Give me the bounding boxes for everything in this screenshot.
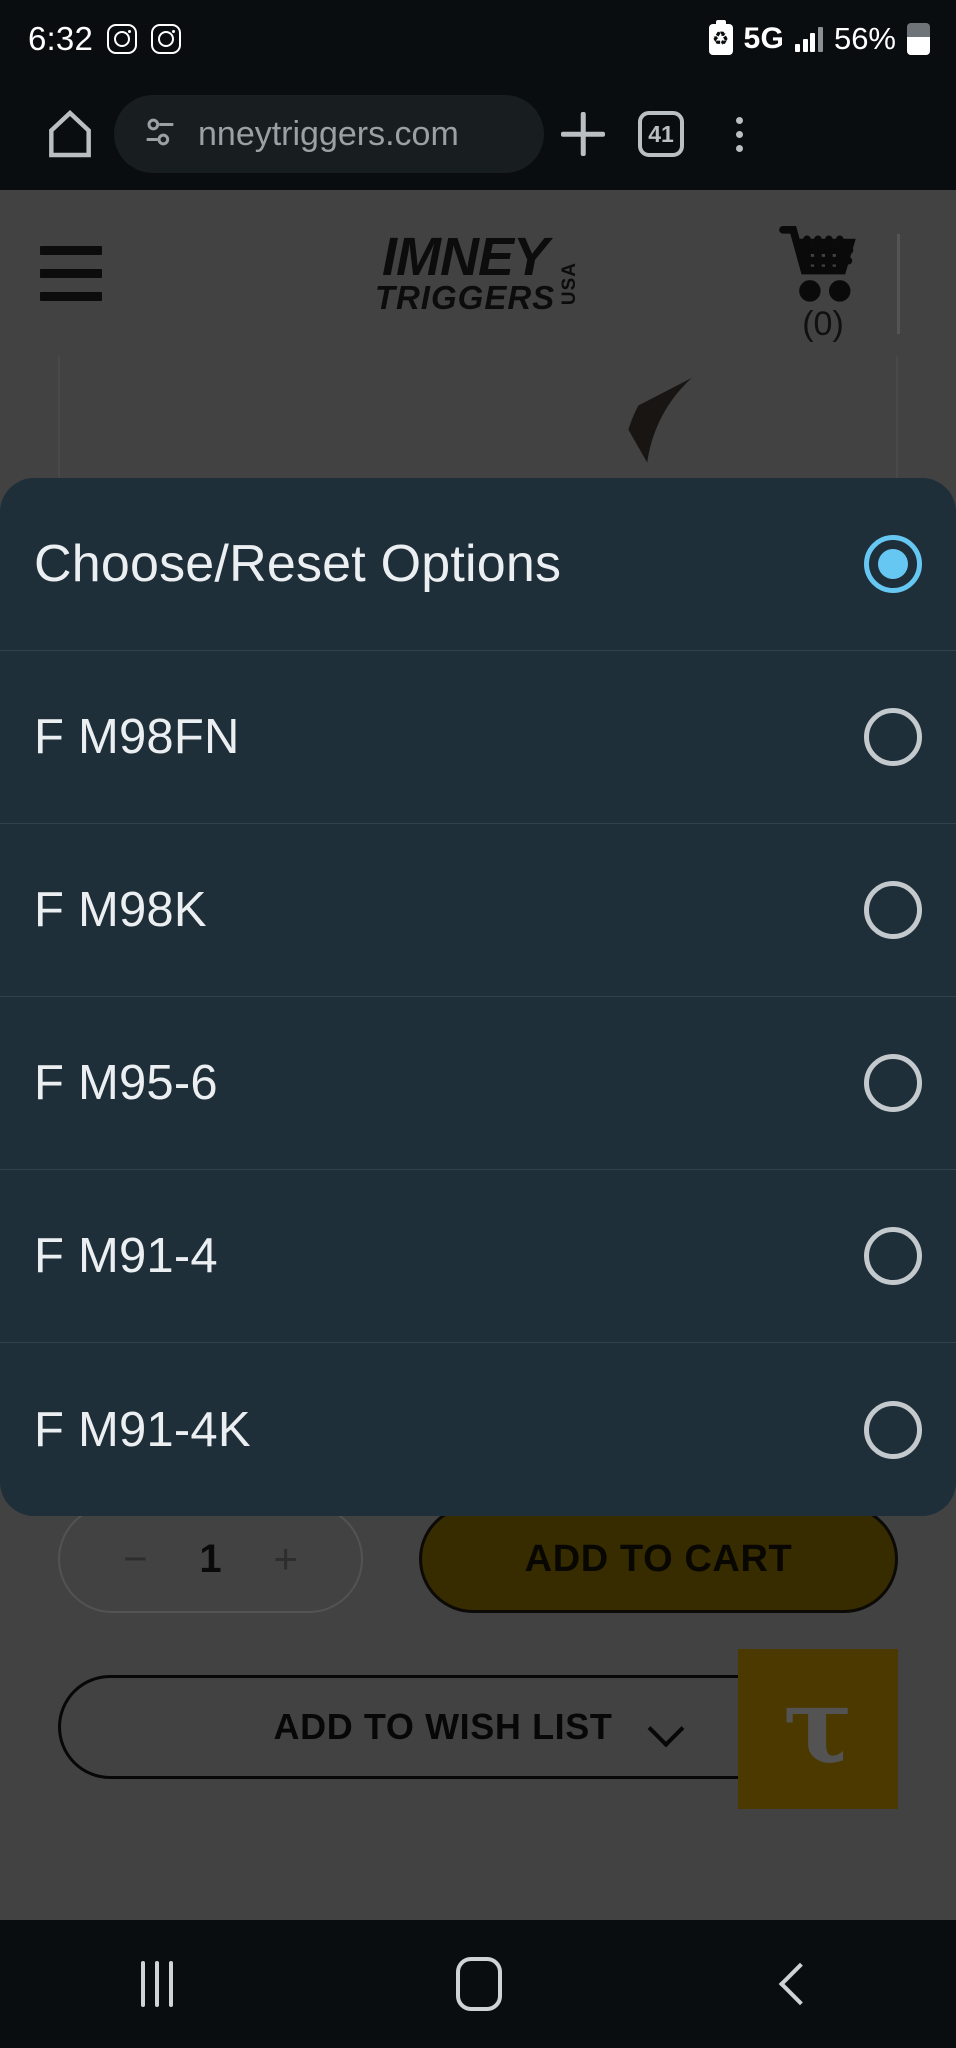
- option-label: F M98FN: [34, 710, 240, 764]
- option-label: F M91-4: [34, 1229, 218, 1283]
- kebab-menu-icon: [735, 116, 743, 152]
- option-row-m98fn[interactable]: F M98FN: [0, 651, 956, 824]
- browser-toolbar: nneytriggers.com 41: [0, 78, 956, 190]
- option-row-m91-4[interactable]: F M91-4: [0, 1170, 956, 1343]
- status-left: 6:32: [28, 20, 182, 58]
- option-row-m91-4k[interactable]: F M91-4K: [0, 1343, 956, 1516]
- radio-button[interactable]: [864, 1227, 922, 1285]
- recents-icon[interactable]: [141, 1961, 174, 2007]
- radio-button[interactable]: [864, 1400, 922, 1459]
- tab-switcher-button[interactable]: 41: [622, 95, 700, 173]
- status-clock: 6:32: [28, 20, 94, 57]
- signal-bars-icon: [795, 26, 823, 52]
- back-chevron-icon[interactable]: [778, 1962, 821, 2006]
- browser-menu-button[interactable]: [700, 95, 778, 173]
- url-text[interactable]: nneytriggers.com: [198, 115, 459, 154]
- android-nav-bar: [0, 1920, 956, 2048]
- option-row-m98k[interactable]: F M98K: [0, 824, 956, 997]
- option-row-choose-reset[interactable]: Choose/Reset Options: [0, 478, 956, 651]
- option-label: F M98K: [34, 883, 207, 937]
- status-right: 5G 56%: [708, 21, 930, 57]
- option-label: F M95-6: [34, 1056, 218, 1110]
- battery-icon: [907, 23, 930, 55]
- new-tab-button[interactable]: [544, 95, 622, 173]
- options-bottom-sheet: Choose/Reset Options F M98FN F M98K F M9…: [0, 478, 956, 1516]
- home-icon[interactable]: [42, 106, 98, 162]
- tab-count-label: 41: [638, 111, 684, 157]
- plus-icon: [561, 112, 605, 156]
- phone-screen: 6:32 5G 56% nneytriggers.com: [0, 0, 956, 2048]
- option-row-m95-6[interactable]: F M95-6: [0, 997, 956, 1170]
- home-square-icon[interactable]: [455, 1957, 502, 2011]
- site-settings-icon[interactable]: [140, 112, 180, 157]
- instagram-icon: [151, 24, 182, 54]
- radio-button-selected[interactable]: [864, 535, 922, 593]
- network-type-label: 5G: [743, 22, 785, 55]
- battery-percent-label: 56%: [833, 21, 896, 56]
- url-bar[interactable]: nneytriggers.com: [114, 95, 544, 173]
- radio-button[interactable]: [864, 708, 922, 766]
- android-status-bar: 6:32 5G 56%: [0, 0, 956, 78]
- option-label: Choose/Reset Options: [34, 535, 562, 593]
- option-label: F M91-4K: [34, 1402, 251, 1457]
- radio-button[interactable]: [864, 1054, 922, 1112]
- radio-button[interactable]: [864, 881, 922, 939]
- instagram-icon: [107, 24, 138, 54]
- battery-saver-icon: [708, 23, 733, 55]
